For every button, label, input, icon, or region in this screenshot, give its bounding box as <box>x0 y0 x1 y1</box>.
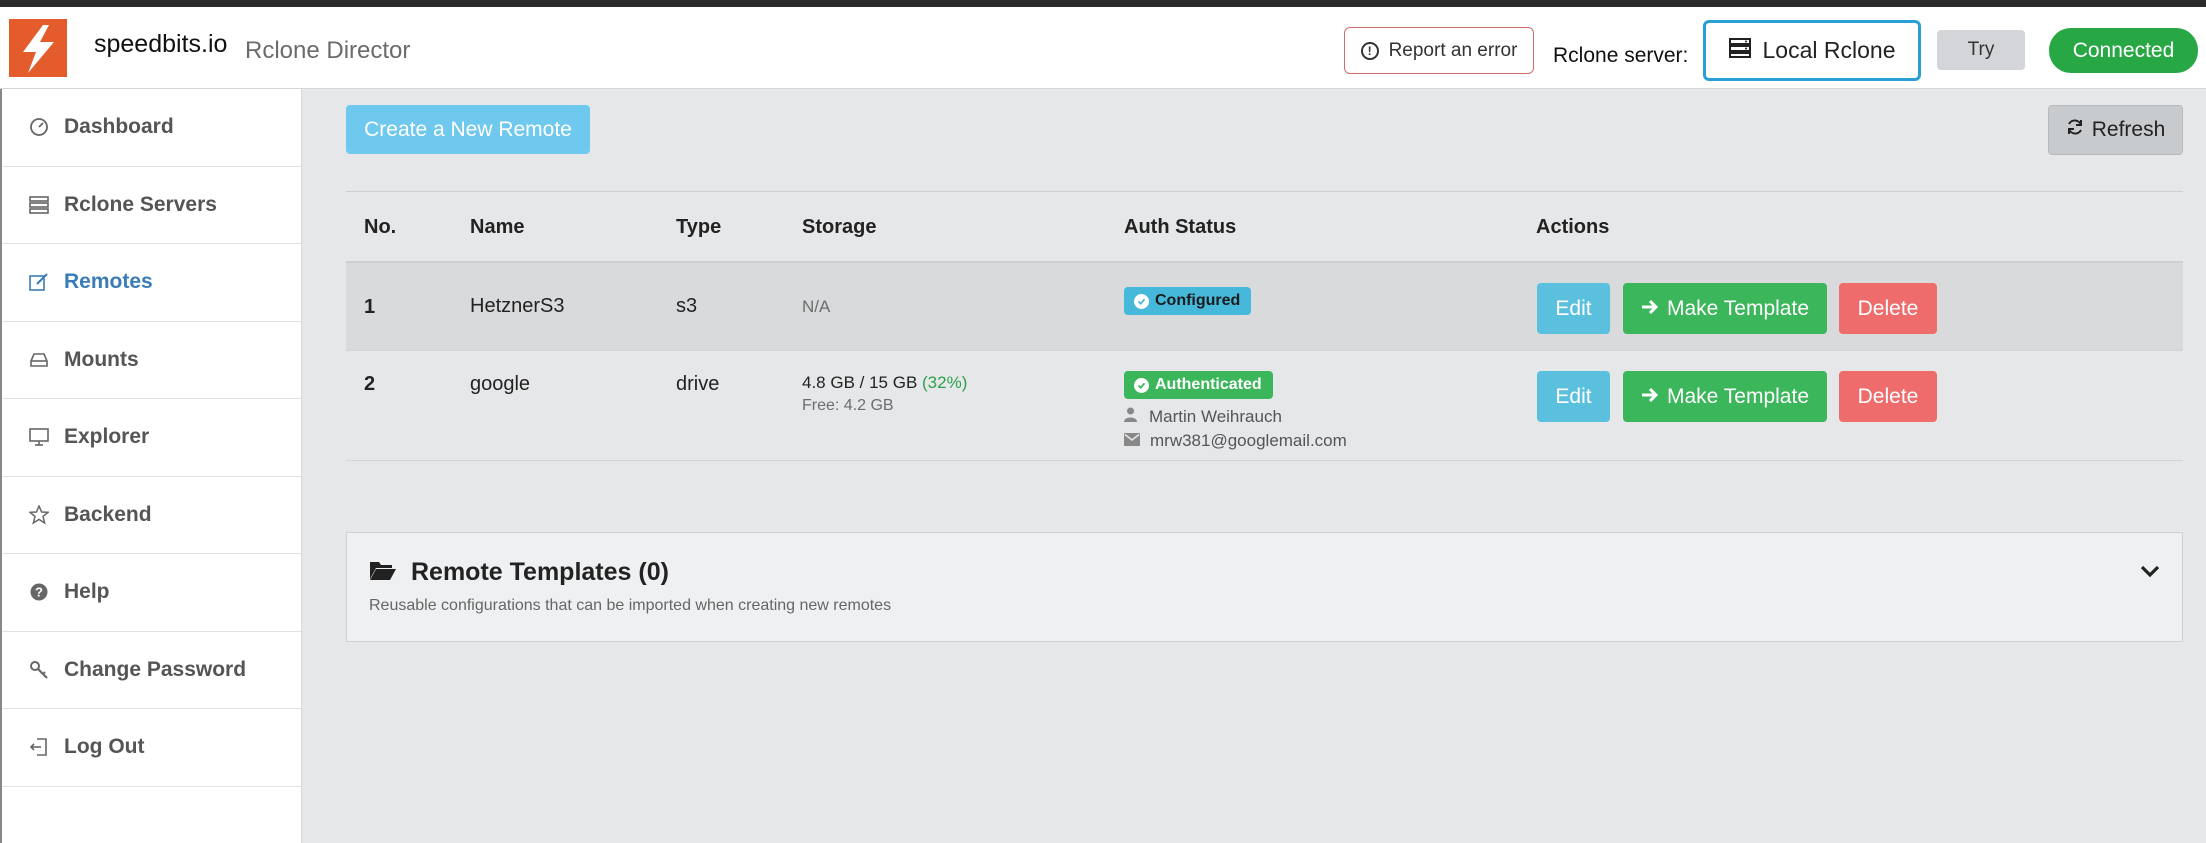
sidebar-item-label: Mounts <box>64 347 139 371</box>
delete-button[interactable]: Delete <box>1839 283 1937 334</box>
refresh-icon <box>2066 118 2084 142</box>
refresh-button[interactable]: Refresh <box>2048 105 2183 155</box>
sidebar-item-label: Remotes <box>64 270 153 294</box>
row-number: 2 <box>364 373 376 395</box>
app-title: Rclone Director <box>245 37 411 64</box>
drive-icon <box>28 349 50 371</box>
sidebar-item-label: Backend <box>64 502 152 526</box>
edit-button[interactable]: Edit <box>1537 283 1610 334</box>
auth-status-label: Authenticated <box>1155 376 1262 393</box>
sidebar-item-label: Rclone Servers <box>64 192 217 216</box>
delete-button[interactable]: Delete <box>1839 371 1937 422</box>
remote-type: s3 <box>676 295 698 317</box>
sidebar-item-label: Log Out <box>64 735 145 759</box>
auth-status-label: Configured <box>1155 292 1241 309</box>
auth-email-value: mrw381@googlemail.com <box>1150 431 1347 450</box>
edit-button[interactable]: Edit <box>1537 371 1610 422</box>
auth-email: mrw381@googlemail.com <box>1124 431 1347 451</box>
remote-name: HetznerS3 <box>470 295 565 317</box>
envelope-icon <box>1124 431 1140 451</box>
sidebar-item-change-password[interactable]: Change Password <box>2 632 301 709</box>
sidebar-item-label: Help <box>64 580 110 604</box>
key-icon <box>28 659 50 681</box>
column-header: No. <box>364 216 397 238</box>
question-icon: ? <box>28 581 50 603</box>
user-icon <box>1124 407 1137 427</box>
remote-templates-title: Remote Templates (0) <box>411 558 669 586</box>
table-row: 2 google drive 4.8 GB / 15 GB (32%) Free… <box>346 351 2183 461</box>
rclone-server-value: Local Rclone <box>1762 37 1896 63</box>
sidebar-item-mounts[interactable]: Mounts <box>2 322 301 399</box>
column-header: Storage <box>802 216 877 238</box>
remote-templates-description: Reusable configurations that can be impo… <box>369 597 892 614</box>
window-top-strip <box>0 0 2206 7</box>
sidebar-item-explorer[interactable]: Explorer <box>2 399 301 477</box>
row-number: 1 <box>364 296 376 318</box>
report-error-label: Report an error <box>1388 39 1518 61</box>
sidebar-item-rclone-servers[interactable]: Rclone Servers <box>2 167 301 244</box>
sidebar-item-label: Dashboard <box>64 115 174 139</box>
try-button[interactable]: Try <box>1937 30 2025 70</box>
column-header: Name <box>470 216 525 238</box>
column-header: Auth Status <box>1124 216 1237 238</box>
remote-type: drive <box>676 373 720 395</box>
storage-value: N/A <box>802 297 831 316</box>
make-template-label: Make Template <box>1666 296 1810 320</box>
table-header: No. Name Type Storage Auth Status Action… <box>346 191 2183 263</box>
report-error-button[interactable]: ! Report an error <box>1344 27 1534 74</box>
server-icon <box>28 194 50 216</box>
column-header: Type <box>676 216 722 238</box>
edit-icon <box>28 271 50 293</box>
svg-text:?: ? <box>35 585 43 600</box>
storage-used: 4.8 GB / 15 GB (32%) <box>802 373 967 393</box>
sidebar-item-help[interactable]: ? Help <box>2 554 301 632</box>
auth-user-name: Martin Weihrauch <box>1149 407 1282 426</box>
sidebar-item-label: Explorer <box>64 425 150 449</box>
column-header: Actions <box>1536 216 1610 238</box>
table-row: 1 HetznerS3 s3 N/A Configured Edit Make … <box>346 263 2183 351</box>
make-template-button[interactable]: Make Template <box>1623 371 1827 422</box>
auth-status-badge: Authenticated <box>1124 371 1273 399</box>
exclamation-circle-icon: ! <box>1360 41 1379 60</box>
connection-status-badge: Connected <box>2049 28 2198 73</box>
monitor-icon <box>28 426 50 448</box>
check-circle-icon <box>1134 293 1149 309</box>
sidebar-item-dashboard[interactable]: Dashboard <box>2 89 301 167</box>
dashboard-icon <box>28 116 50 138</box>
remote-templates-panel[interactable]: Remote Templates (0) Reusable configurat… <box>346 532 2183 642</box>
sidebar-item-backend[interactable]: Backend <box>2 477 301 554</box>
auth-status-badge: Configured <box>1124 287 1252 315</box>
rclone-server-select[interactable]: Local Rclone <box>1703 20 1921 81</box>
logo-icon[interactable] <box>9 19 67 77</box>
sidebar-item-label: Change Password <box>64 657 247 681</box>
make-template-button[interactable]: Make Template <box>1623 283 1827 334</box>
remotes-table: No. Name Type Storage Auth Status Action… <box>346 191 2183 461</box>
rclone-server-label: Rclone server: <box>1553 44 1689 67</box>
arrow-right-icon <box>1641 385 1659 409</box>
folder-open-icon <box>369 559 397 586</box>
storage-used-value: 4.8 GB / 15 GB <box>802 373 918 392</box>
remote-name: google <box>470 373 531 395</box>
make-template-label: Make Template <box>1666 384 1810 408</box>
sidebar: Dashboard Rclone Servers Remotes Mounts … <box>0 89 302 843</box>
auth-user: Martin Weihrauch <box>1124 407 1282 427</box>
storage-free: Free: 4.2 GB <box>802 397 894 414</box>
star-icon <box>28 504 50 526</box>
chevron-down-icon[interactable] <box>2140 564 2160 583</box>
sidebar-item-log-out[interactable]: Log Out <box>2 709 301 787</box>
check-circle-icon <box>1134 377 1149 393</box>
arrow-right-icon <box>1641 297 1659 321</box>
refresh-label: Refresh <box>2091 118 2166 141</box>
logout-icon <box>28 736 50 758</box>
brand-name[interactable]: speedbits.io <box>94 30 227 59</box>
sidebar-item-remotes[interactable]: Remotes <box>2 244 301 322</box>
server-icon <box>1728 37 1751 64</box>
create-remote-button[interactable]: Create a New Remote <box>346 105 590 154</box>
storage-percent: (32%) <box>922 373 968 392</box>
top-header: speedbits.io Rclone Director ! Report an… <box>0 7 2206 89</box>
